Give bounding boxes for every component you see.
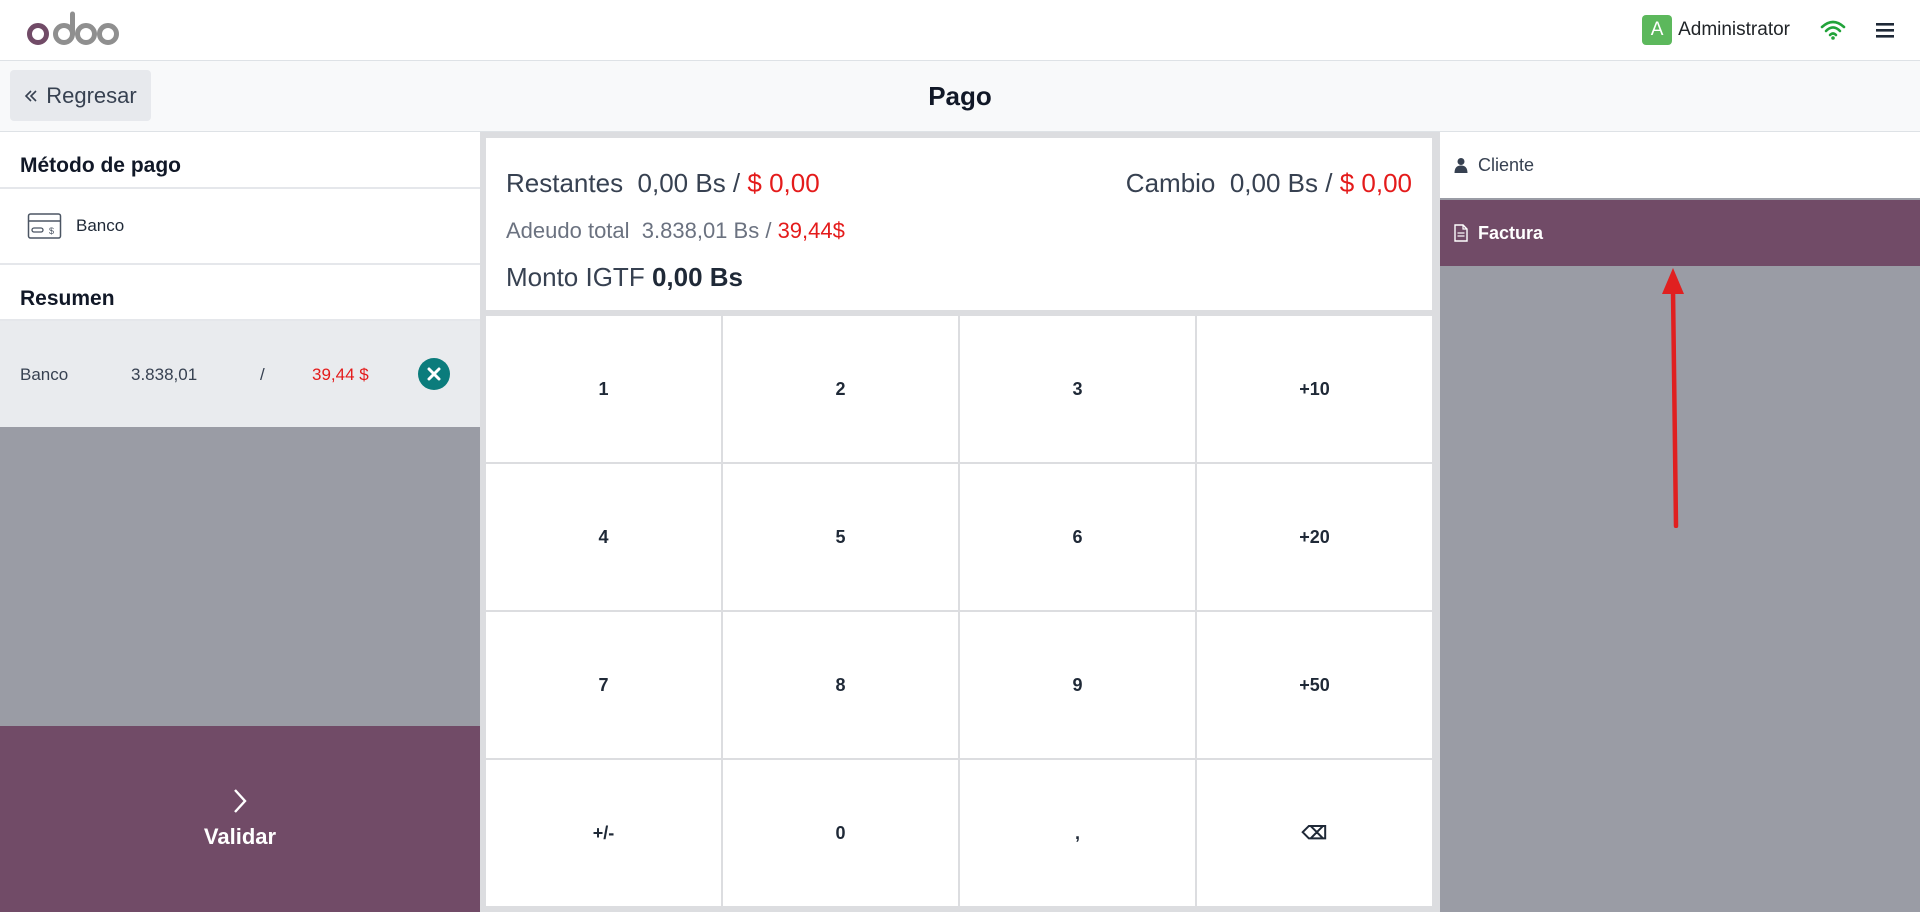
- close-icon: [427, 367, 441, 381]
- invoice-button[interactable]: Factura: [1440, 200, 1920, 266]
- page-title: Pago: [928, 81, 992, 111]
- svg-text:$: $: [49, 226, 54, 236]
- numpad-key-1[interactable]: 1: [486, 316, 721, 462]
- user-menu[interactable]: A Administrator: [1642, 15, 1790, 45]
- igtf-amount: Monto IGTF 0,00 Bs: [506, 262, 743, 293]
- remaining-amount: Restantes 0,00 Bs / $ 0,00: [506, 168, 820, 199]
- numpad-key-sign[interactable]: +/-: [486, 760, 721, 906]
- remaining-bs: 0,00 Bs /: [637, 168, 741, 198]
- due-bs: 3.838,01 Bs /: [641, 218, 772, 243]
- change-bs: 0,00 Bs /: [1229, 168, 1333, 198]
- numpad-key-plus-50[interactable]: +50: [1197, 612, 1432, 758]
- numpad-key-4[interactable]: 4: [486, 464, 721, 610]
- numpad-key-7[interactable]: 7: [486, 612, 721, 758]
- payment-method-banco[interactable]: $ Banco: [0, 189, 480, 265]
- user-icon: [1454, 158, 1468, 173]
- top-navbar: A Administrator: [0, 0, 1920, 61]
- card-icon: $: [27, 213, 62, 239]
- total-due: Adeudo total 3.838,01 Bs / 39,44$: [506, 218, 845, 244]
- igtf-label: Monto IGTF: [506, 262, 645, 292]
- payment-status: Restantes 0,00 Bs / $ 0,00 Cambio 0,00 B…: [486, 138, 1432, 310]
- due-usd: 39,44$: [777, 218, 845, 243]
- customer-button[interactable]: Cliente: [1440, 132, 1920, 198]
- payment-line-amount-usd: 39,44 $: [312, 365, 369, 384]
- numpad-key-plus-10[interactable]: +10: [1197, 316, 1432, 462]
- numpad-key-0[interactable]: 0: [723, 760, 958, 906]
- chevron-right-icon: [234, 789, 247, 813]
- numpad-key-3[interactable]: 3: [960, 316, 1195, 462]
- due-label: Adeudo total: [506, 218, 630, 243]
- payment-method-title: Método de pago: [0, 132, 480, 189]
- numpad-key-9[interactable]: 9: [960, 612, 1195, 758]
- avatar: A: [1642, 15, 1673, 45]
- remaining-label: Restantes: [506, 168, 624, 198]
- wifi-icon: [1820, 20, 1846, 40]
- numpad-key-plus-20[interactable]: +20: [1197, 464, 1432, 610]
- payment-center-panel: Restantes 0,00 Bs / $ 0,00 Cambio 0,00 B…: [480, 132, 1440, 912]
- payment-methods-panel: Método de pago $ Banco Resumen Banco 3.8…: [0, 132, 480, 912]
- validate-label: Validar: [203, 824, 277, 849]
- document-icon: [1454, 224, 1468, 242]
- igtf-value: 0,00 Bs: [651, 262, 744, 292]
- payment-line[interactable]: Banco 3.838,01 / 39,44 $: [0, 321, 480, 427]
- invoice-label: Factura: [1478, 222, 1544, 243]
- payment-header: Regresar Pago: [0, 61, 1920, 132]
- hamburger-menu-icon[interactable]: [1874, 20, 1896, 40]
- change-amount: Cambio 0,00 Bs / $ 0,00: [1126, 168, 1412, 199]
- change-usd: $ 0,00: [1339, 168, 1412, 198]
- payment-line-amount-bs: 3.838,01: [131, 365, 198, 384]
- payment-line-separator: /: [260, 365, 265, 384]
- numpad: 1 2 3 +10 4 5 6 +20 7 8 9 +50 +/- 0 , ⌫: [486, 316, 1432, 906]
- numpad-key-backspace[interactable]: ⌫: [1197, 760, 1432, 906]
- numpad-key-6[interactable]: 6: [960, 464, 1195, 610]
- numpad-key-8[interactable]: 8: [723, 612, 958, 758]
- customer-label: Cliente: [1478, 154, 1535, 175]
- remaining-usd: $ 0,00: [747, 168, 820, 198]
- validate-button[interactable]: Validar: [0, 726, 480, 912]
- payment-line-method: Banco: [20, 365, 69, 384]
- odoo-logo[interactable]: [24, 10, 120, 50]
- remove-payment-button[interactable]: [418, 358, 450, 390]
- payment-method-label: Banco: [76, 216, 125, 235]
- numpad-key-5[interactable]: 5: [723, 464, 958, 610]
- summary-title: Resumen: [0, 265, 480, 321]
- numpad-key-decimal[interactable]: ,: [960, 760, 1195, 906]
- user-name: Administrator: [1678, 19, 1790, 40]
- annotation-arrow: [1662, 268, 1684, 528]
- numpad-key-2[interactable]: 2: [723, 316, 958, 462]
- change-label: Cambio: [1125, 168, 1216, 198]
